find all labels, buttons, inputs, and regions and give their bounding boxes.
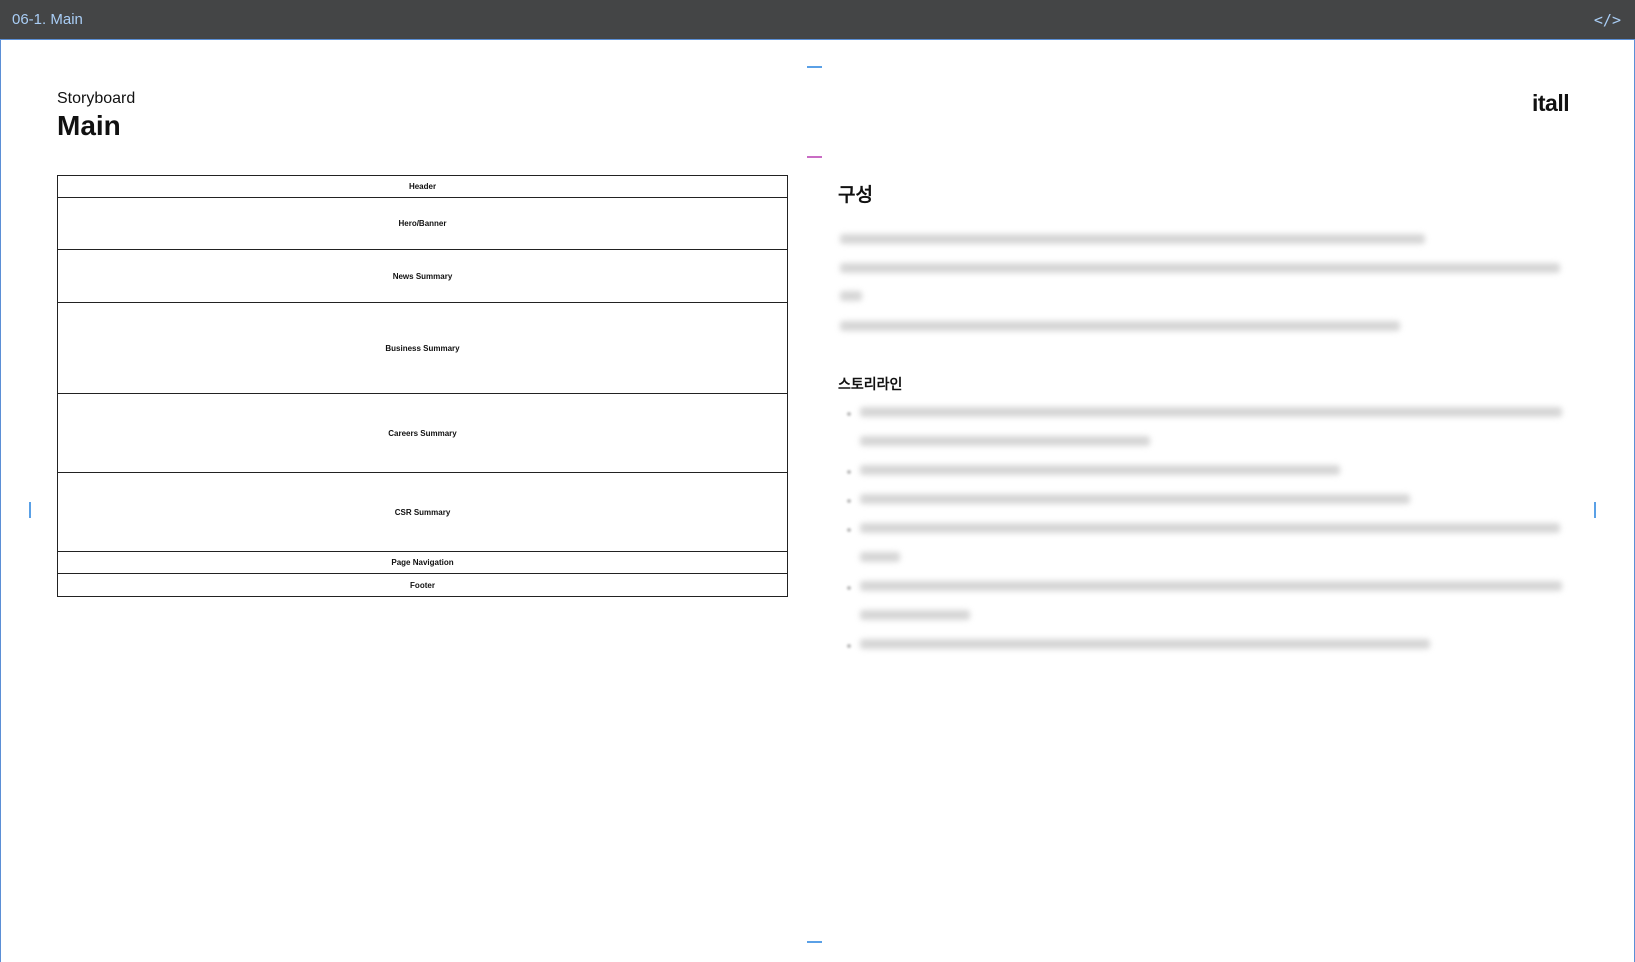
frame-title[interactable]: 06-1. Main	[12, 11, 83, 28]
top-bar: 06-1. Main </>	[0, 0, 1635, 40]
guide-right	[1594, 502, 1596, 518]
blurred-text-line	[840, 263, 1560, 273]
blurred-text-line	[860, 465, 1340, 475]
storyline-heading: 스토리라인	[838, 376, 903, 392]
bullet-icon	[847, 586, 851, 590]
blurred-text-line	[860, 639, 1430, 649]
storyboard-label: Storyboard	[57, 90, 136, 107]
blurred-text-line	[860, 581, 1562, 591]
wire-section-header: Header	[58, 176, 787, 198]
blurred-text-line	[840, 291, 862, 301]
bullet-icon	[847, 412, 851, 416]
blurred-text-line	[860, 436, 1150, 446]
blurred-text-line	[840, 234, 1425, 244]
brand-logo: itall	[1532, 90, 1570, 116]
wireframe: Header Hero/Banner News Summary Business…	[57, 175, 788, 597]
guide-top	[807, 66, 822, 68]
bullet-icon	[847, 644, 851, 648]
bullet-icon	[847, 470, 851, 474]
blurred-text-line	[860, 407, 1562, 417]
blurred-text-line	[860, 494, 1410, 504]
wire-section-footer: Footer	[410, 580, 435, 590]
page-title: Main	[57, 110, 121, 141]
wire-section-news-summary: News Summary	[58, 250, 787, 303]
blurred-text-line	[860, 523, 1560, 533]
guide-bottom	[807, 941, 822, 943]
wire-section-business-summary: Business Summary	[58, 303, 787, 394]
blurred-text-line	[840, 321, 1400, 331]
wire-section-page-navigation: Page Navigation	[58, 552, 787, 574]
wire-section-careers-summary: Careers Summary	[58, 394, 787, 473]
section-heading: 구성	[838, 185, 873, 206]
blurred-text-line	[860, 552, 900, 562]
wire-section-hero-banner: Hero/Banner	[58, 198, 787, 250]
code-icon[interactable]: </>	[1594, 11, 1621, 29]
guide-middle	[807, 156, 822, 158]
blurred-text-line	[860, 610, 970, 620]
bullet-icon	[847, 499, 851, 503]
guide-left	[29, 502, 31, 518]
wire-section-csr-summary: CSR Summary	[58, 473, 787, 552]
bullet-icon	[847, 528, 851, 532]
